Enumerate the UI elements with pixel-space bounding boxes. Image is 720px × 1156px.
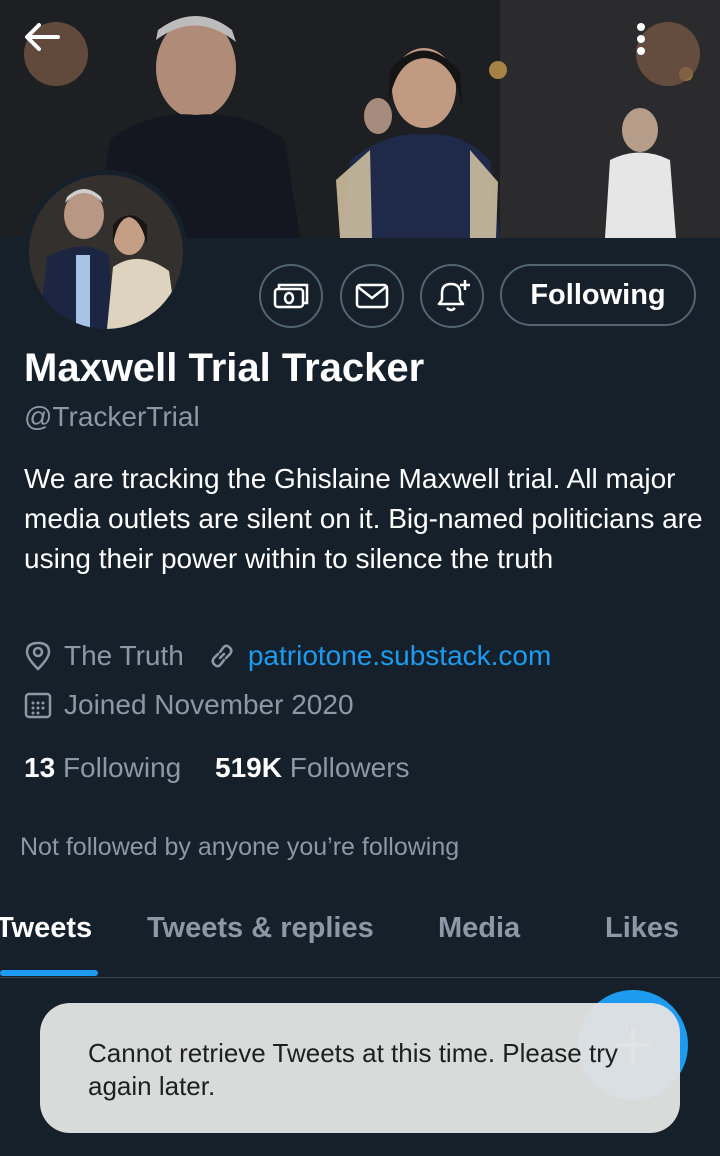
profile-handle: @TrackerTrial [24,401,200,432]
profile-meta-joined: Joined November 2020 [24,689,354,721]
following-label: Following [62,752,182,783]
following-button[interactable]: Following [500,264,696,326]
tab-tweets-replies[interactable]: Tweets & replies [147,912,374,945]
message-button[interactable] [340,264,404,328]
tab-tweets[interactable]: Tweets [0,912,92,945]
calendar-icon [24,692,52,719]
followers-count-link[interactable]: 519K Followers [215,752,410,783]
profile-name: Maxwell Trial Tracker [24,346,425,390]
tab-media[interactable]: Media [438,912,520,945]
following-count-link[interactable]: 13 Following [24,752,181,783]
profile-bio: We are tracking the Ghislaine Maxwell tr… [24,463,703,574]
followers-label: Followers [289,752,410,783]
more-options-button[interactable] [636,22,700,86]
active-tab-indicator [0,970,98,976]
profile-stats: 13 Following 519K Followers [24,752,410,784]
tip-jar-icon [273,283,309,309]
error-toast: Cannot retrieve Tweets at this time. Ple… [40,1003,680,1133]
following-count: 13 [24,752,56,783]
profile-website-link[interactable]: patriotone.substack.com [248,640,552,672]
link-icon [211,644,233,668]
profile-tabs: Tweets Tweets & replies Media Likes [0,898,720,978]
arrow-left-icon [25,23,60,51]
more-vertical-icon [637,23,645,55]
notifications-button[interactable] [420,264,484,328]
profile-avatar[interactable] [24,170,188,334]
tip-button[interactable] [259,264,323,328]
mutual-followers-note: Not followed by anyone you’re following [20,833,460,861]
profile-joined-date: Joined November 2020 [64,689,354,720]
mail-icon [355,283,389,309]
location-pin-icon [25,641,51,671]
profile-location: The Truth [64,640,184,671]
avatar-photo [29,175,183,329]
followers-count: 519K [215,752,282,783]
tab-likes[interactable]: Likes [605,912,679,945]
bell-plus-icon [437,280,470,312]
profile-meta-location-website: The Truth patriotone.substack.com [24,640,551,672]
back-button[interactable] [24,22,88,86]
